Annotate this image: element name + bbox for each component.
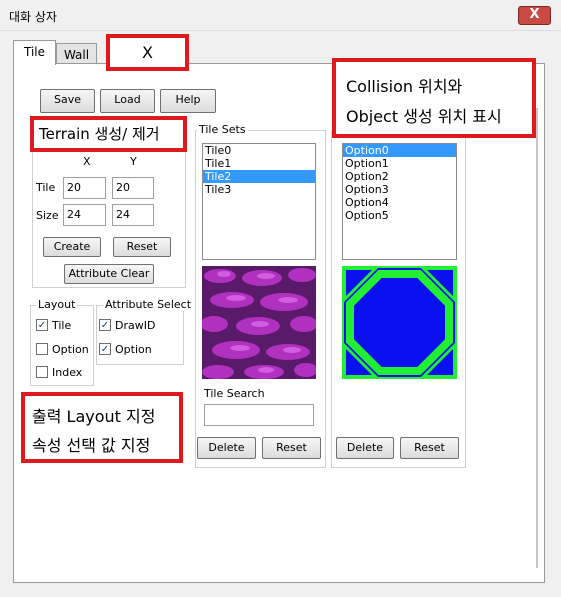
tile-row-label: Tile [36,181,56,194]
list-item[interactable]: Option3 [343,183,456,196]
layout-group-title: Layout [36,298,78,311]
tileset-reset-button[interactable]: Reset [262,437,321,459]
column-y-label: Y [130,155,137,168]
size-y-field[interactable]: 24 [112,204,154,226]
list-item[interactable]: Option5 [343,209,456,222]
column-x-label: X [83,155,91,168]
help-button[interactable]: Help [160,89,216,113]
tab-wall[interactable]: Wall [56,43,97,65]
drawid-checkbox[interactable]: ✓ [99,319,111,331]
attribute-option-label: Option [115,343,152,356]
tile-preview-image [202,266,316,379]
list-item[interactable]: Tile3 [203,183,315,196]
attribute-clear-button[interactable]: Attribute Clear [64,264,154,284]
list-item[interactable]: Option2 [343,170,456,183]
tile-y-field[interactable]: 20 [112,177,154,199]
annotation-terrain: Terrain 생성/ 제거 [30,116,187,152]
attribute-option-checkbox[interactable]: ✓ [99,343,111,355]
tile-x-field[interactable]: 20 [63,177,106,199]
layout-index-checkbox[interactable] [36,366,48,378]
annotation-output-line1: 출력 Layout 지정 [32,407,156,426]
create-button[interactable]: Create [43,237,101,257]
tile-sets-list[interactable]: Tile0 Tile1 Tile2 Tile3 [202,143,316,260]
list-item[interactable]: Option0 [343,144,456,157]
tab-tile[interactable]: Tile [13,40,56,65]
panel-scroll-edge [536,108,538,568]
annotation-tab-x: X [106,34,189,71]
list-item[interactable]: Option4 [343,196,456,209]
attribute-select-group [96,305,184,365]
tile-sets-title: Tile Sets [197,123,248,136]
annotation-collision-line1: Collision 위치와 [346,77,463,96]
options-list[interactable]: Option0 Option1 Option2 Option3 Option4 … [342,143,457,260]
window-title: 대화 상자 [9,10,57,24]
size-row-label: Size [36,209,59,222]
list-item[interactable]: Tile0 [203,144,315,157]
layout-option-checkbox[interactable] [36,343,48,355]
close-button[interactable]: X [518,6,551,25]
layout-tile-label: Tile [52,319,72,332]
layout-option-label: Option [52,343,89,356]
list-item[interactable]: Tile1 [203,157,315,170]
layout-index-label: Index [52,366,83,379]
collision-preview-image [342,266,457,379]
annotation-collision: Collision 위치와 Object 생성 위치 표시 [332,58,536,138]
attribute-select-title: Attribute Select [103,298,194,311]
annotation-output: 출력 Layout 지정 속성 선택 값 지정 [21,392,183,463]
tile-search-input[interactable] [204,404,314,426]
drawid-label: DrawID [115,319,156,332]
option-reset-button[interactable]: Reset [400,437,459,459]
tileset-delete-button[interactable]: Delete [197,437,256,459]
load-button[interactable]: Load [100,89,155,113]
option-delete-button[interactable]: Delete [336,437,394,459]
title-bar [0,0,561,30]
size-x-field[interactable]: 24 [63,204,106,226]
layout-tile-checkbox[interactable]: ✓ [36,319,48,331]
list-item[interactable]: Option1 [343,157,456,170]
list-item[interactable]: Tile2 [203,170,315,183]
save-button[interactable]: Save [40,89,95,113]
annotation-collision-line2: Object 생성 위치 표시 [346,107,502,126]
terrain-reset-button[interactable]: Reset [113,237,171,257]
annotation-output-line2: 속성 선택 값 지정 [32,436,151,455]
tile-search-label: Tile Search [204,387,265,400]
